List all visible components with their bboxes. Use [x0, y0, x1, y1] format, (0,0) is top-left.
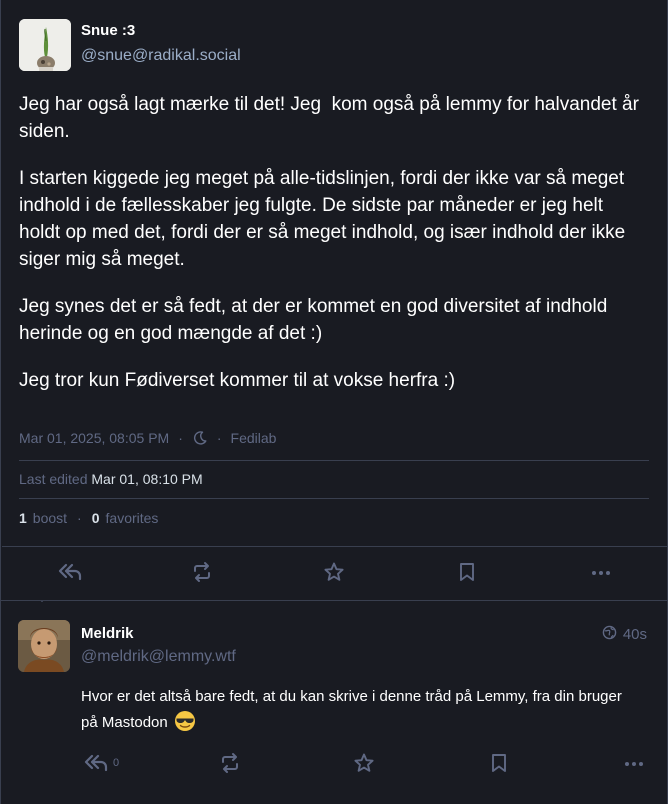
bookmark-icon	[489, 752, 509, 774]
status-action-bar: 0	[1, 750, 667, 780]
more-icon	[590, 561, 612, 583]
reply-all-icon	[57, 561, 83, 583]
reply-status: Meldrik @meldrik@lemmy.wtf 40s Hvor er d…	[1, 602, 667, 802]
status-action-bar	[2, 547, 668, 601]
divider	[19, 460, 649, 461]
application-name: Fedilab	[230, 430, 277, 446]
boost-button[interactable]	[219, 752, 241, 774]
bookmark-button[interactable]	[489, 752, 509, 774]
separator: ·	[178, 430, 183, 446]
reply-all-button[interactable]: 0	[83, 752, 119, 774]
more-icon	[623, 752, 645, 774]
separator: ·	[77, 510, 82, 526]
avatar[interactable]	[19, 19, 71, 71]
author-handle[interactable]: @snue@radikal.social	[81, 47, 241, 65]
author-name[interactable]: Snue :3	[81, 22, 135, 39]
boost-icon	[219, 752, 241, 774]
sunglasses-emoji-icon	[174, 710, 196, 741]
author-name[interactable]: Meldrik	[81, 625, 134, 642]
favorite-button[interactable]	[353, 752, 375, 774]
reply-all-button[interactable]	[57, 561, 83, 583]
bookmark-icon	[457, 561, 477, 583]
status-counts: 1 boost · 0 favorites	[19, 510, 158, 526]
star-icon	[323, 561, 345, 583]
status-paragraph: I starten kiggede jeg meget på alle-tids…	[19, 168, 631, 270]
status-content: Hvor er det altså bare fedt, at du kan s…	[81, 684, 641, 741]
reply-count: 0	[113, 757, 120, 769]
status-paragraph: Jeg tror kun Fødiverset kommer til at vo…	[19, 370, 456, 391]
divider	[19, 498, 649, 499]
reply-all-icon	[83, 752, 109, 774]
status-paragraph: Jeg har også lagt mærke til det! Jeg kom…	[19, 94, 645, 142]
edited-time: Mar 01, 08:10 PM	[91, 471, 203, 487]
status-content: Jeg har også lagt mærke til det! Jeg kom…	[19, 91, 649, 414]
avatar[interactable]	[18, 620, 70, 672]
globe-icon	[602, 625, 617, 644]
favorite-count[interactable]: 0	[92, 510, 100, 526]
bookmark-button[interactable]	[457, 561, 477, 583]
status-timestamp[interactable]: Mar 01, 2025, 08:05 PM	[19, 430, 169, 446]
status-time[interactable]: 40s	[602, 625, 647, 644]
boost-count-label[interactable]: boost	[33, 510, 67, 526]
moon-icon	[192, 430, 208, 446]
status-meta: Mar 01, 2025, 08:05 PM · · Fedilab	[19, 430, 276, 446]
favorite-button[interactable]	[323, 561, 345, 583]
boost-icon	[191, 561, 213, 583]
favorite-count-label[interactable]: favorites	[106, 510, 159, 526]
more-options-button[interactable]	[590, 561, 612, 583]
edited-label: Last edited	[19, 471, 88, 487]
status-text: Hvor er det altså bare fedt, at du kan s…	[81, 688, 622, 731]
edit-history[interactable]: Last edited Mar 01, 08:10 PM	[19, 471, 203, 487]
status-paragraph: Jeg synes det er så fedt, at der er komm…	[19, 296, 613, 344]
author-handle[interactable]: @meldrik@lemmy.wtf	[81, 648, 236, 666]
focused-status: Snue :3 @snue@radikal.social Jeg har ogs…	[1, 0, 668, 601]
star-icon	[353, 752, 375, 774]
boost-button[interactable]	[191, 561, 213, 583]
relative-time: 40s	[622, 626, 647, 643]
separator: ·	[216, 430, 222, 446]
more-options-button[interactable]	[623, 752, 645, 774]
boost-count[interactable]: 1	[19, 510, 27, 526]
